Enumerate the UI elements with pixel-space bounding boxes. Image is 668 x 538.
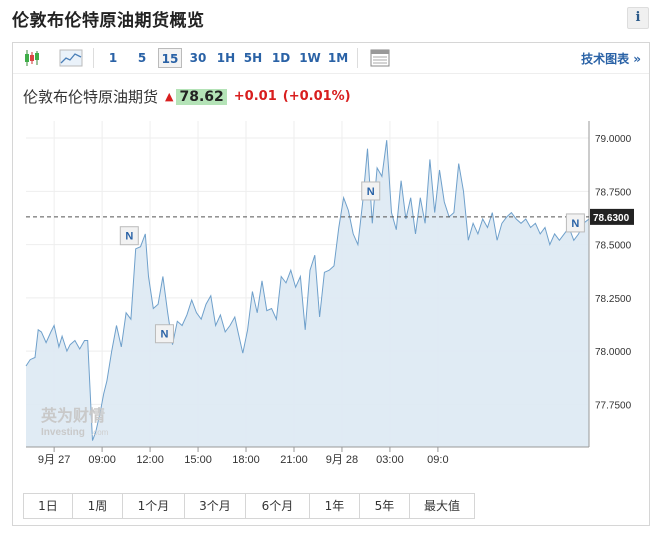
y-tick-label: 77.7500 bbox=[595, 400, 632, 411]
y-tick-label: 78.7500 bbox=[595, 187, 632, 198]
y-tick-label: 78.0000 bbox=[595, 347, 632, 358]
x-tick-label: 21:00 bbox=[280, 454, 308, 466]
range-3m[interactable]: 3个月 bbox=[185, 494, 246, 518]
range-1d[interactable]: 1日 bbox=[24, 494, 73, 518]
news-marker[interactable]: N bbox=[154, 324, 174, 344]
info-button[interactable]: i bbox=[627, 7, 649, 29]
x-tick-label: 09:00 bbox=[88, 454, 116, 466]
news-marker[interactable]: N bbox=[361, 181, 381, 201]
news-marker-label[interactable]: N bbox=[160, 329, 168, 341]
range-selector: 1日 1周 1个月 3个月 6个月 1年 5年 最大值 bbox=[23, 493, 475, 519]
x-tick-label: 9月 28 bbox=[326, 454, 358, 466]
news-marker[interactable]: N bbox=[119, 226, 139, 246]
x-tick-label: 9月 27 bbox=[38, 454, 70, 466]
x-tick-label: 09:0 bbox=[427, 454, 448, 466]
range-1w[interactable]: 1周 bbox=[73, 494, 123, 518]
y-tick-label: 79.0000 bbox=[595, 134, 632, 145]
x-tick-label: 15:00 bbox=[184, 454, 212, 466]
range-1y[interactable]: 1年 bbox=[310, 494, 360, 518]
chart-panel: 1 5 15 30 1H 5H 1D 1W 1M 技术图表 » 伦敦布伦特原油期… bbox=[12, 42, 650, 526]
y-tick-label: 78.2500 bbox=[595, 294, 632, 305]
x-tick-label: 18:00 bbox=[232, 454, 260, 466]
watermark-brand-cn: 英为财情 bbox=[40, 406, 105, 425]
range-6m[interactable]: 6个月 bbox=[246, 494, 310, 518]
price-chart[interactable]: 79.0000 78.7500 78.5000 78.2500 78.0000 77.75… bbox=[13, 43, 649, 489]
page-title: 伦敦布伦特原油期货概览 bbox=[12, 11, 205, 31]
y-tick-label: 78.5000 bbox=[595, 241, 632, 252]
current-price-label: 78.6300 bbox=[593, 213, 630, 224]
news-marker-label[interactable]: N bbox=[367, 186, 375, 198]
news-marker-label[interactable]: N bbox=[125, 231, 133, 243]
watermark-brand-suffix: .com bbox=[91, 428, 109, 437]
range-1m[interactable]: 1个月 bbox=[123, 494, 185, 518]
range-max[interactable]: 最大值 bbox=[410, 494, 474, 518]
range-5y[interactable]: 5年 bbox=[360, 494, 410, 518]
watermark-brand-en: Investing bbox=[41, 427, 85, 438]
news-marker[interactable]: N bbox=[565, 213, 585, 233]
x-tick-label: 03:00 bbox=[376, 454, 404, 466]
news-marker-label[interactable]: N bbox=[571, 218, 579, 230]
x-tick-label: 12:00 bbox=[136, 454, 164, 466]
